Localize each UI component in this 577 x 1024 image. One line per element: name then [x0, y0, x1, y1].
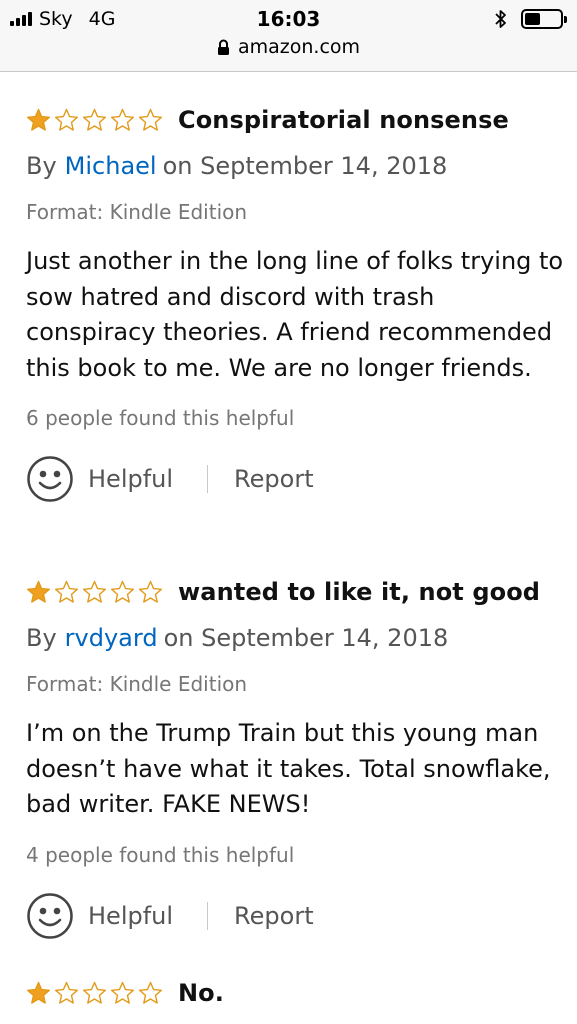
url-domain: amazon.com [237, 36, 361, 58]
review-date: on September 14, 2018 [163, 624, 449, 652]
star-empty-icon [83, 580, 106, 603]
star-filled-icon [27, 108, 50, 131]
helpful-label: Helpful [88, 465, 174, 493]
star-empty-icon [111, 580, 134, 603]
helpful-button[interactable]: Helpful [26, 455, 173, 503]
review: No. [26, 973, 566, 1013]
star-empty-icon [111, 108, 134, 131]
battery-icon [521, 9, 567, 29]
review: wanted to like it, not good By rvdyard on … [26, 572, 566, 940]
review-actions: Helpful Report [26, 892, 566, 940]
star-rating [26, 580, 163, 605]
star-empty-icon [111, 981, 134, 1004]
smiley-icon [27, 456, 73, 502]
review-header: wanted to like it, not good [26, 572, 566, 612]
action-divider [207, 901, 209, 930]
review-date: on September 14, 2018 [162, 152, 448, 180]
star-empty-icon [139, 580, 162, 603]
star-empty-icon [139, 981, 162, 1004]
star-empty-icon [139, 108, 162, 131]
star-rating [26, 108, 163, 133]
status-time: 16:03 [256, 7, 321, 31]
url-bar[interactable]: amazon.com [0, 36, 577, 72]
helpful-label: Helpful [88, 901, 174, 930]
status-bar: Sky 4G 16:03 [0, 0, 577, 38]
review-actions: Helpful Report [26, 455, 566, 503]
star-filled-icon [27, 580, 50, 603]
smiley-icon [27, 892, 73, 939]
review-title[interactable]: wanted to like it, not good [178, 578, 540, 606]
report-button[interactable]: Report [234, 465, 314, 493]
by-label: By [26, 624, 57, 652]
action-divider [207, 465, 209, 493]
star-rating [26, 981, 163, 1006]
review-byline: By Michael on September 14, 2018 [26, 152, 566, 180]
review-format: Format: Kindle Edition [26, 200, 248, 224]
helpful-count: 4 people found this helpful [26, 842, 295, 867]
url-display[interactable]: amazon.com [217, 36, 360, 58]
by-label: By [26, 152, 57, 180]
star-empty-icon [55, 981, 78, 1004]
review-byline: By rvdyard on September 14, 2018 [26, 624, 566, 652]
star-filled-icon [27, 981, 50, 1004]
star-empty-icon [83, 108, 106, 131]
author-link[interactable]: Michael [65, 152, 157, 180]
review-header: Conspiratorial nonsense [26, 100, 566, 140]
review-title[interactable]: No. [178, 979, 224, 1007]
battery-tip [564, 16, 567, 23]
star-empty-icon [55, 580, 78, 603]
battery-level [525, 13, 540, 25]
helpful-count: 6 people found this helpful [26, 406, 295, 430]
review-title[interactable]: Conspiratorial nonsense [178, 106, 509, 134]
review-body: Just another in the long line of folks t… [26, 247, 564, 382]
review-body: I’m on the Trump Train but this young ma… [26, 719, 551, 818]
review-header: No. [26, 973, 566, 1013]
status-right [495, 9, 567, 29]
review-format: Format: Kindle Edition [26, 672, 248, 696]
review: Conspiratorial nonsense By Michael on Sept… [26, 100, 566, 503]
bluetooth-icon [495, 10, 506, 28]
lock-icon [217, 39, 229, 55]
report-button[interactable]: Report [234, 902, 314, 930]
star-empty-icon [83, 981, 106, 1004]
author-link[interactable]: rvdyard [65, 624, 158, 652]
helpful-button[interactable]: Helpful [26, 892, 173, 940]
star-empty-icon [55, 108, 78, 131]
